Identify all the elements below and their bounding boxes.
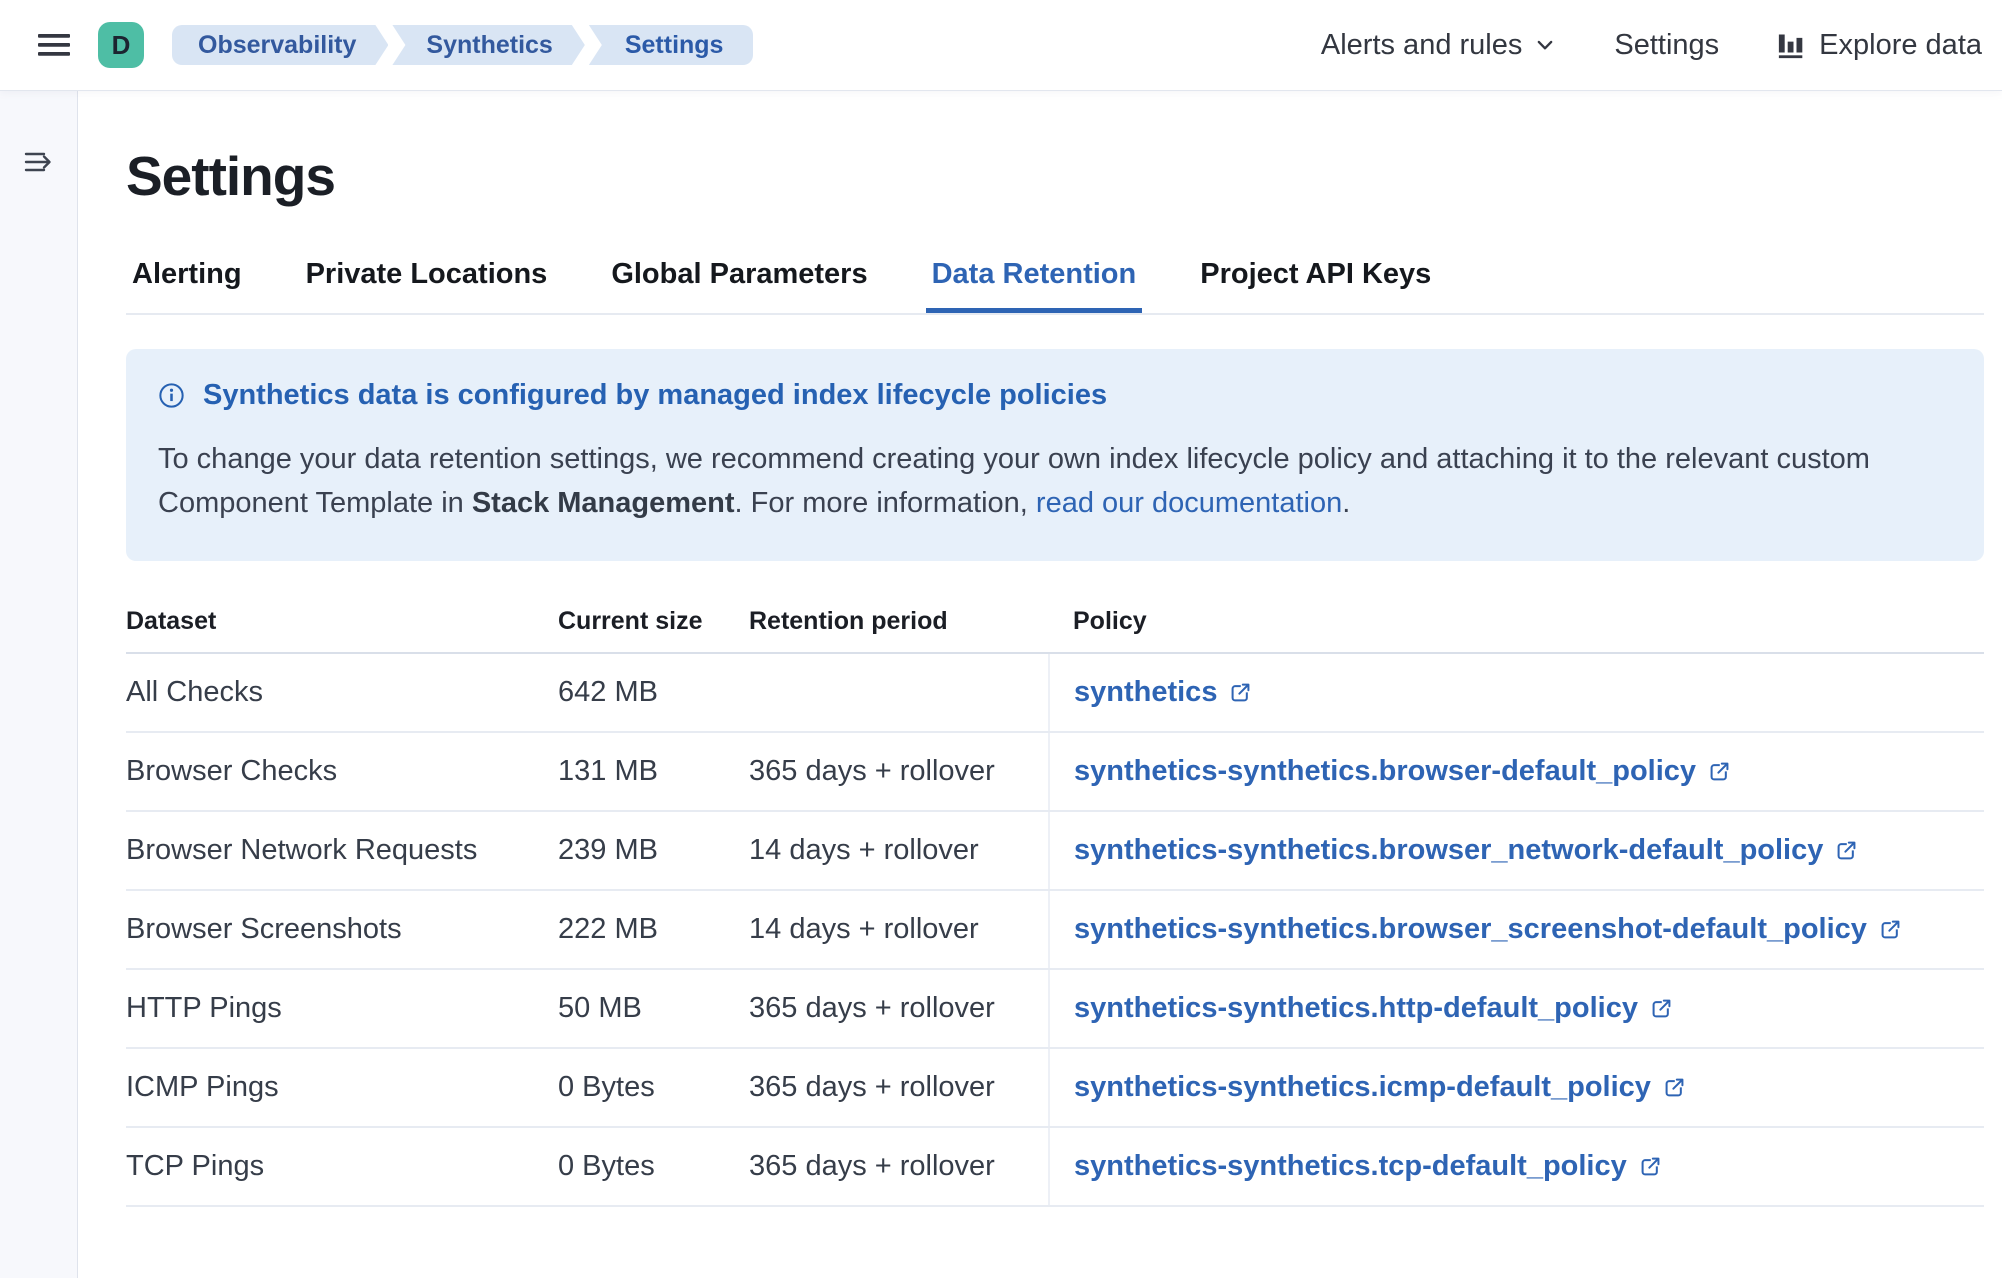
policy-link[interactable]: synthetics-synthetics.icmp-default_polic… <box>1074 1071 1686 1104</box>
breadcrumb-observability[interactable]: Observability <box>172 25 388 65</box>
tab-project-api-keys[interactable]: Project API Keys <box>1194 258 1437 313</box>
menu-right-icon <box>22 147 56 177</box>
retention-cell: 14 days + rollover <box>749 890 1049 969</box>
dataset-cell: Browser Checks <box>126 732 558 811</box>
size-cell: 50 MB <box>558 969 749 1048</box>
data-retention-table: Dataset Current size Retention period Po… <box>126 607 1984 1207</box>
table-row: All Checks 642 MB synthetics <box>126 653 1984 732</box>
main-content: Settings Alerting Private Locations Glob… <box>78 90 2002 1278</box>
policy-link-label: synthetics-synthetics.icmp-default_polic… <box>1074 1071 1651 1104</box>
collapsed-sidebar <box>0 90 78 1278</box>
external-link-icon <box>1663 1076 1686 1099</box>
external-link-icon <box>1650 997 1673 1020</box>
external-link-icon <box>1879 918 1902 941</box>
size-cell: 0 Bytes <box>558 1048 749 1127</box>
tab-data-retention[interactable]: Data Retention <box>926 258 1143 313</box>
dataset-cell: Browser Network Requests <box>126 811 558 890</box>
policy-link[interactable]: synthetics-synthetics.tcp-default_policy <box>1074 1150 1662 1183</box>
settings-tabs: Alerting Private Locations Global Parame… <box>126 258 1984 315</box>
breadcrumb-settings[interactable]: Settings <box>589 25 754 65</box>
dataset-cell: Browser Screenshots <box>126 890 558 969</box>
breadcrumb: Observability Synthetics Settings <box>172 25 753 65</box>
policy-link[interactable]: synthetics-synthetics.browser-default_po… <box>1074 755 1731 788</box>
avatar[interactable]: D <box>98 22 144 68</box>
table-row: Browser Screenshots 222 MB 14 days + rol… <box>126 890 1984 969</box>
tab-alerting[interactable]: Alerting <box>126 258 248 313</box>
top-header: D Observability Synthetics Settings Aler… <box>0 0 2002 90</box>
info-icon <box>158 382 185 409</box>
size-cell: 642 MB <box>558 653 749 732</box>
retention-cell: 365 days + rollover <box>749 1127 1049 1206</box>
column-header-retention-period: Retention period <box>749 607 1049 653</box>
hamburger-icon <box>36 30 72 60</box>
policy-link[interactable]: synthetics-synthetics.browser_screenshot… <box>1074 913 1902 946</box>
alerts-and-rules-label: Alerts and rules <box>1321 29 1523 62</box>
policy-link[interactable]: synthetics-synthetics.http-default_polic… <box>1074 992 1673 1025</box>
chevron-down-icon <box>1534 34 1556 56</box>
size-cell: 0 Bytes <box>558 1127 749 1206</box>
size-cell: 131 MB <box>558 732 749 811</box>
bar-chart-icon <box>1777 30 1807 60</box>
ilm-callout: Synthetics data is configured by managed… <box>126 349 1984 561</box>
callout-bold-text: Stack Management <box>472 487 735 519</box>
app-body: Settings Alerting Private Locations Glob… <box>0 90 2002 1278</box>
explore-data-link[interactable]: Explore data <box>1777 29 1982 62</box>
retention-cell: 365 days + rollover <box>749 732 1049 811</box>
retention-cell: 365 days + rollover <box>749 969 1049 1048</box>
table-row: TCP Pings 0 Bytes 365 days + rollover sy… <box>126 1127 1984 1206</box>
column-header-current-size: Current size <box>558 607 749 653</box>
settings-link-label: Settings <box>1614 29 1719 62</box>
size-cell: 222 MB <box>558 890 749 969</box>
table-row: HTTP Pings 50 MB 365 days + rollover syn… <box>126 969 1984 1048</box>
table-row: Browser Checks 131 MB 365 days + rollove… <box>126 732 1984 811</box>
external-link-icon <box>1639 1155 1662 1178</box>
policy-link-label: synthetics <box>1074 676 1217 709</box>
column-header-policy: Policy <box>1049 607 1984 653</box>
external-link-icon <box>1229 681 1252 704</box>
explore-data-label: Explore data <box>1819 29 1982 62</box>
policy-link-label: synthetics-synthetics.tcp-default_policy <box>1074 1150 1627 1183</box>
main-menu-button[interactable] <box>28 19 80 71</box>
page-title: Settings <box>126 144 1984 208</box>
dataset-cell: HTTP Pings <box>126 969 558 1048</box>
settings-link[interactable]: Settings <box>1614 29 1719 62</box>
table-row: Browser Network Requests 239 MB 14 days … <box>126 811 1984 890</box>
alerts-and-rules-menu[interactable]: Alerts and rules <box>1321 29 1557 62</box>
table-header-row: Dataset Current size Retention period Po… <box>126 607 1984 653</box>
policy-link[interactable]: synthetics-synthetics.browser_network-de… <box>1074 834 1858 867</box>
dataset-cell: TCP Pings <box>126 1127 558 1206</box>
table-row: ICMP Pings 0 Bytes 365 days + rollover s… <box>126 1048 1984 1127</box>
callout-text-2: . For more information, <box>735 487 1036 519</box>
callout-text-3: . <box>1342 487 1350 519</box>
policy-link-label: synthetics-synthetics.browser_network-de… <box>1074 834 1823 867</box>
documentation-link[interactable]: read our documentation <box>1036 487 1342 519</box>
callout-body: To change your data retention settings, … <box>158 438 1950 525</box>
app-screen: D Observability Synthetics Settings Aler… <box>0 0 2002 1278</box>
column-header-dataset: Dataset <box>126 607 558 653</box>
callout-title: Synthetics data is configured by managed… <box>203 379 1107 412</box>
size-cell: 239 MB <box>558 811 749 890</box>
policy-link-label: synthetics-synthetics.browser_screenshot… <box>1074 913 1867 946</box>
retention-cell <box>749 653 1049 732</box>
expand-sidebar-button[interactable] <box>17 140 61 184</box>
policy-link-label: synthetics-synthetics.browser-default_po… <box>1074 755 1696 788</box>
breadcrumb-synthetics[interactable]: Synthetics <box>392 25 584 65</box>
dataset-cell: ICMP Pings <box>126 1048 558 1127</box>
external-link-icon <box>1835 839 1858 862</box>
tab-private-locations[interactable]: Private Locations <box>300 258 554 313</box>
dataset-cell: All Checks <box>126 653 558 732</box>
policy-link[interactable]: synthetics <box>1074 676 1252 709</box>
retention-cell: 14 days + rollover <box>749 811 1049 890</box>
retention-cell: 365 days + rollover <box>749 1048 1049 1127</box>
external-link-icon <box>1708 760 1731 783</box>
header-actions: Alerts and rules Settings <box>1321 29 1982 62</box>
callout-title-row: Synthetics data is configured by managed… <box>158 379 1950 412</box>
tab-global-parameters[interactable]: Global Parameters <box>605 258 873 313</box>
policy-link-label: synthetics-synthetics.http-default_polic… <box>1074 992 1638 1025</box>
